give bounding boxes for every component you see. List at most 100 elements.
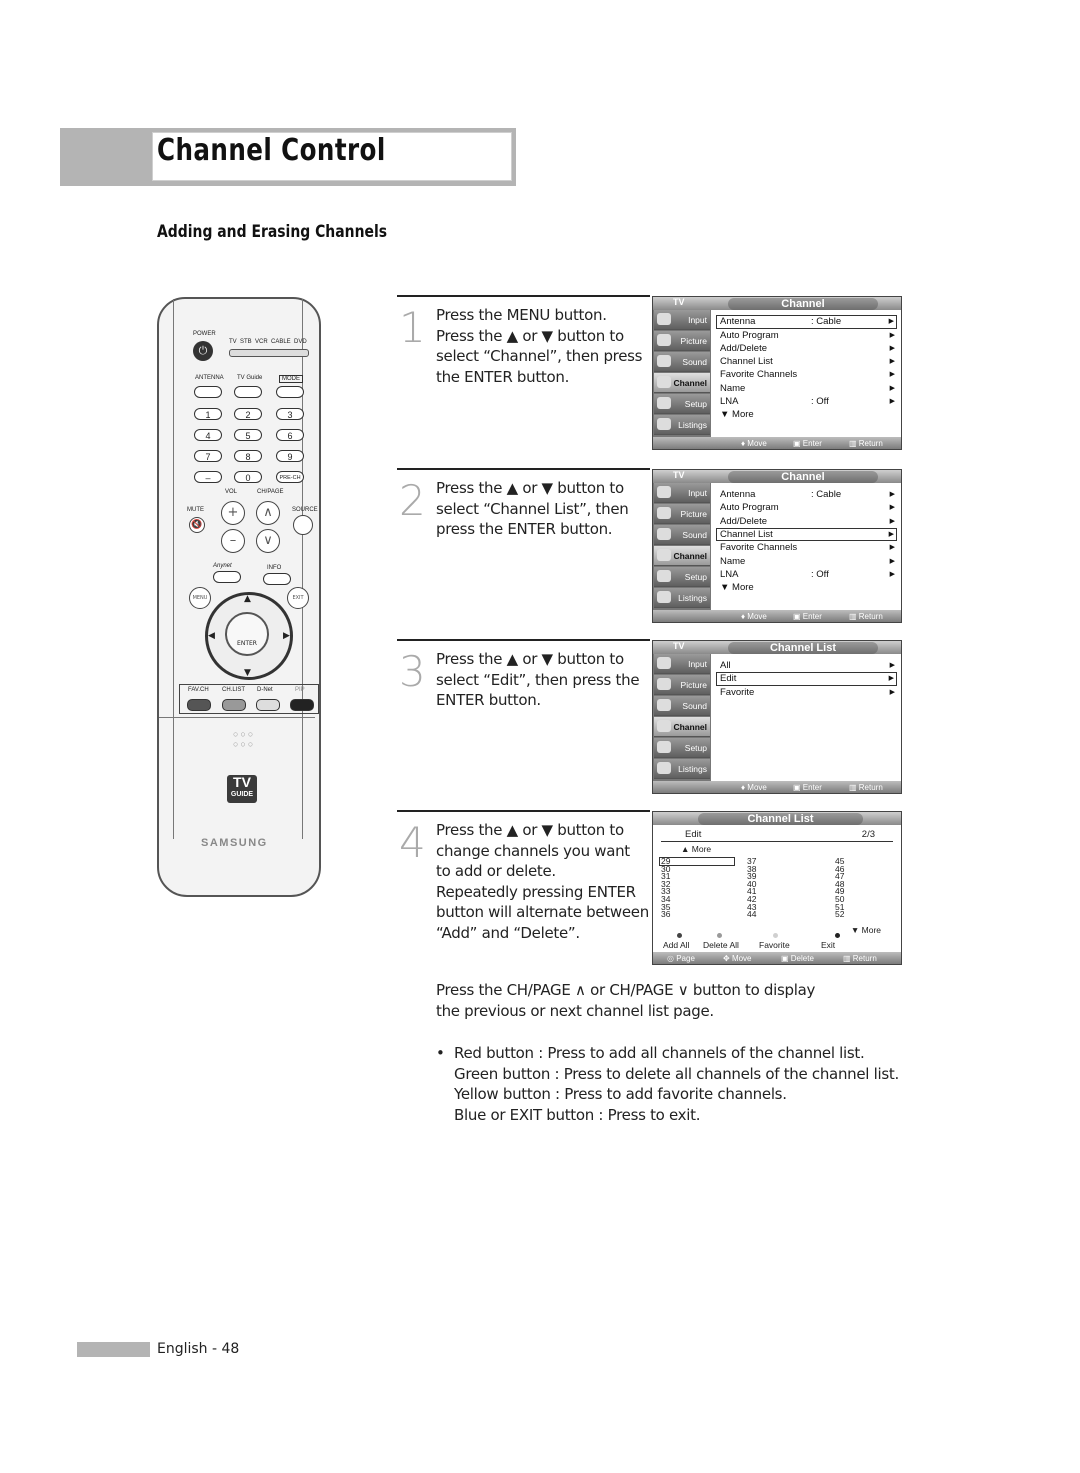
osd-menu-list: All ▶ Edit ▶ Favorite ▶ (716, 659, 897, 699)
osd-sidebar-input: Input (654, 654, 710, 674)
osd-sidebar-listings: Listings (654, 588, 710, 608)
osd-tv-label: TV (673, 297, 685, 307)
footer-enter: ▣ Enter (793, 783, 822, 792)
osd-sidebar: Input Picture Sound Channel Setup Listings (653, 654, 711, 781)
bullet-icon: • (436, 1044, 445, 1062)
channel-item: 40 (747, 878, 757, 889)
channel-item: 30 (661, 863, 671, 874)
arrow-right-icon: ▶ (889, 517, 895, 525)
edit-mode-label: Edit (685, 829, 702, 840)
footer-return: ▥ Return (849, 612, 883, 621)
step-number: 3 (399, 647, 426, 696)
listings-icon (657, 762, 671, 774)
mute-button: 🔇 (189, 517, 205, 533)
osd-channel-menu-1: TV Channel Input Picture Sound Channel Setup Li… (652, 296, 902, 450)
channel-item: 50 (835, 893, 845, 904)
chlist-label: CH.LIST (222, 687, 246, 693)
action-label: Exit (821, 940, 836, 950)
osd-sidebar-input: Input (654, 483, 710, 503)
vol-up-button: + (221, 501, 245, 525)
step-text: Press the ▲ or ▼ button to select “Chann… (436, 479, 629, 538)
left-arrow-icon: ◀ (208, 631, 215, 641)
channel-item: 46 (835, 863, 845, 874)
osd-menu-item: Channel List ▶ (720, 356, 895, 368)
favch-label: FAV.CH (188, 687, 209, 693)
channel-item: 33 (661, 886, 671, 897)
osd-footer: ◎ Page ✥ Move ▣ Delete ▥ Return (653, 952, 901, 964)
source-button (293, 515, 313, 535)
arrow-right-icon: ▶ (889, 504, 895, 512)
channel-item: 32 (661, 878, 671, 889)
footer-move: ♦ Move (741, 439, 767, 448)
mode-label: MODE (279, 375, 303, 383)
dnet-label: D-Net (257, 687, 273, 693)
arrow-right-icon: ▶ (889, 371, 895, 379)
ch-up-button: ∧ (256, 501, 280, 525)
osd-divider (661, 841, 893, 842)
color-dot-icon (677, 933, 682, 938)
osd-sidebar-picture: Picture (654, 331, 710, 351)
osd-sidebar-input: Input (654, 310, 710, 330)
note-green: Green button : Press to delete all chann… (454, 1064, 899, 1083)
arrow-right-icon: ▶ (889, 331, 895, 339)
anynet-button (213, 571, 241, 583)
channel-item: 42 (747, 893, 757, 904)
channel-item: 48 (835, 878, 845, 889)
channel-item: 47 (835, 871, 845, 882)
osd-sidebar-sound: Sound (654, 696, 710, 716)
osd-menu-item: ▼ More (720, 582, 754, 594)
footer-return: ▥ Return (849, 439, 883, 448)
sound-icon (657, 699, 671, 711)
osd-menu-item: Name ▶ (720, 555, 895, 567)
channel-column: 45 46 47 48 49 50 51 52 (835, 857, 895, 919)
footer-move: ♦ Move (741, 783, 767, 792)
step-number: 4 (399, 818, 426, 867)
menu-button: MENU (189, 587, 211, 609)
footer-delete: ▣ Delete (781, 954, 814, 963)
page-title: Channel Control (157, 133, 386, 168)
action-label: Favorite (759, 940, 790, 950)
brand-logo: SAMSUNG (201, 837, 268, 849)
action-label: Delete All (703, 940, 739, 950)
down-arrow-icon: ▼ (244, 668, 251, 678)
channel-icon (657, 549, 671, 561)
blue-button (290, 699, 314, 711)
footer-page: ◎ Page (667, 954, 695, 963)
osd-sidebar-picture: Picture (654, 675, 710, 695)
arrow-right-icon: ▶ (889, 491, 895, 498)
note-red: Red button : Press to add all channels o… (454, 1044, 865, 1062)
section-title: Adding and Erasing Channels (157, 222, 388, 242)
key-7: 7 (194, 450, 222, 462)
more-up-label: ▲ More (681, 844, 712, 854)
color-dot-icon (835, 933, 840, 938)
green-button (222, 699, 246, 711)
osd-footer: ♦ Move ▣ Enter ▥ Return (653, 437, 901, 449)
channel-item: 39 (747, 871, 757, 882)
osd-channel-menu-2: TV Channel Input Picture Sound Channel Setup Li… (652, 469, 902, 623)
mic-holes-icon: ○○○ ○○○ (233, 729, 256, 749)
osd-channel-list-edit: Channel List Edit 2/3 ▲ More 29 30 31 32 33 3… (652, 811, 902, 965)
channel-item: 35 (661, 901, 671, 912)
osd-menu-item: ▼ More (720, 409, 754, 421)
key-8: 8 (234, 450, 262, 462)
yellow-button (256, 699, 280, 711)
osd-menu-item: Edit ▶ (716, 672, 897, 686)
sound-icon (657, 355, 671, 367)
osd-menu-item: Favorite Channels ▶ (720, 542, 895, 554)
arrow-right-icon: ▶ (888, 675, 894, 683)
osd-title: Channel (728, 471, 878, 483)
step-text: Press the ▲ or ▼ button to select “Edit”… (436, 650, 640, 709)
antenna-button (194, 386, 222, 398)
source-indicator-bar (229, 349, 309, 357)
arrow-right-icon: ▶ (889, 344, 895, 352)
note-yellow: Yellow button : Press to add favorite ch… (454, 1085, 787, 1103)
footer-return: ▥ Return (843, 954, 877, 963)
mute-label: MUTE (187, 507, 204, 513)
page-indicator: 2/3 (861, 829, 875, 840)
footer-return: ▥ Return (849, 783, 883, 792)
osd-channel-list-menu: TV Channel List Input Picture Sound Channel Se… (652, 640, 902, 794)
mode-button (276, 386, 304, 398)
up-arrow-icon: ▲ (244, 594, 251, 604)
more-down-label: ▼ More (850, 925, 881, 935)
step-rule (397, 810, 650, 812)
